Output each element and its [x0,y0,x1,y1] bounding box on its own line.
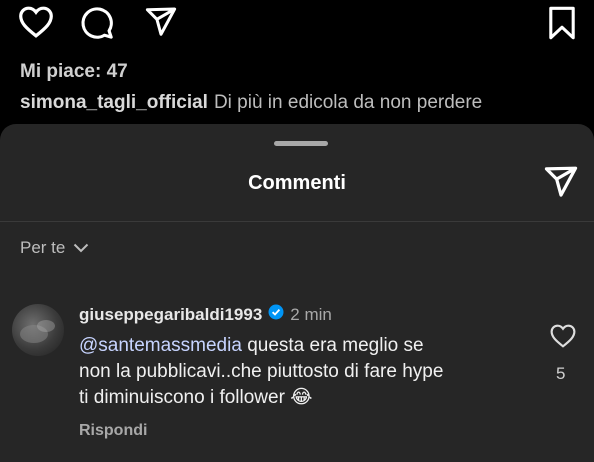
likes-count[interactable]: Mi piace: 47 [20,61,128,83]
comment-like-heart-icon[interactable] [550,324,576,353]
post-caption: simona_tagli_official Di più in edicola d… [20,92,482,114]
post-action-bar [0,0,594,48]
divider [0,221,594,222]
comment-like-count: 5 [556,364,566,383]
caption-text: Di più in edicola da non perdere [213,92,483,113]
reply-button[interactable]: Rispondi [79,422,147,440]
chevron-down-icon [73,238,89,258]
drag-handle[interactable] [274,141,328,146]
comment-time: 2 min [290,304,332,324]
send-icon[interactable] [543,166,579,203]
avatar[interactable] [12,304,64,356]
laughing-emoji: 😂 [290,387,313,408]
caption-username[interactable]: simona_tagli_official [20,92,208,113]
filter-label: Per te [20,238,66,257]
verified-icon [268,304,284,325]
comment-header: giuseppegaribaldi1993 2 min [79,304,332,325]
comment-icon[interactable] [80,6,114,45]
send-icon[interactable] [144,7,178,42]
heart-icon[interactable] [18,6,54,43]
comment-filter-dropdown[interactable]: Per te [20,238,89,258]
mention-link[interactable]: @santemassmedia [79,335,242,356]
comment-text-line1: questa era meglio se [241,335,424,356]
comment-text-line2: non la pubblicavi..che piuttosto di fare… [79,361,444,382]
comment-text-line3: ti diminuiscono i follower [79,387,285,408]
comment-username[interactable]: giuseppegaribaldi1993 [79,305,262,325]
bookmark-icon[interactable] [548,6,576,45]
sheet-title: Commenti [248,172,346,194]
comment-text: @santemassmedia questa era meglio se non… [79,333,529,411]
comments-sheet: Commenti Per te giuseppegaribaldi1993 2 … [0,124,594,462]
